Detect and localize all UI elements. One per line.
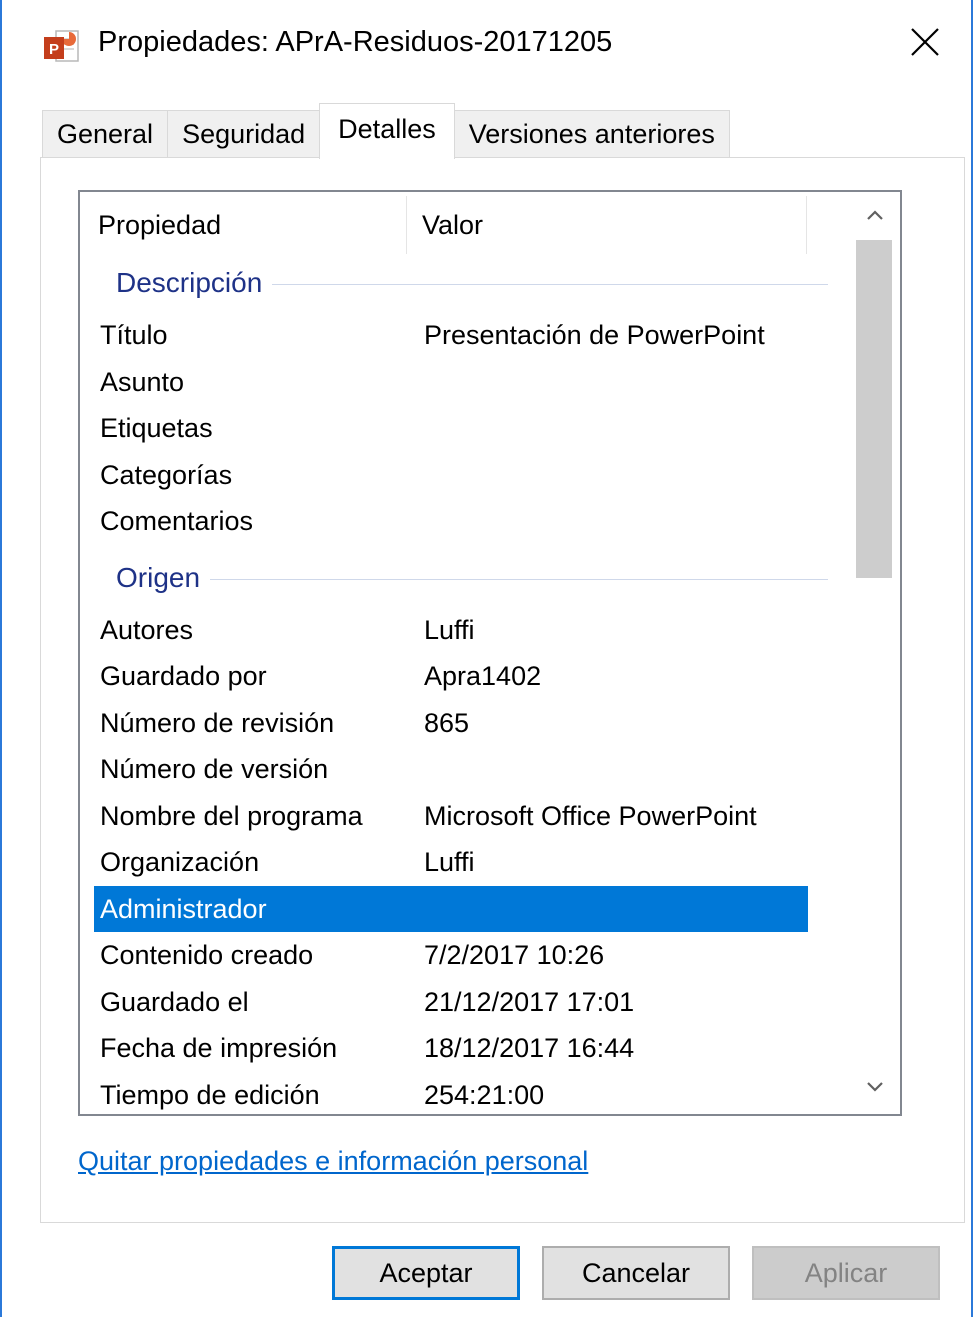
tab-general[interactable]: General xyxy=(42,110,169,158)
property-name: Fecha de impresión xyxy=(100,1033,338,1063)
property-name: Asunto xyxy=(100,367,185,397)
vertical-scrollbar[interactable] xyxy=(850,192,900,1114)
list-item[interactable]: Categorías xyxy=(94,452,808,498)
group-label: Origen xyxy=(116,555,211,601)
chevron-down-icon xyxy=(866,1080,884,1098)
column-divider[interactable] xyxy=(806,196,807,254)
property-value: 865 xyxy=(424,708,470,738)
property-name: Número de revisión xyxy=(100,708,335,738)
cancel-button[interactable]: Cancelar xyxy=(542,1246,730,1300)
scroll-down-button[interactable] xyxy=(850,1064,900,1114)
property-value: Luffi xyxy=(424,615,475,645)
property-name: Nombre del programa xyxy=(100,801,363,831)
list-item[interactable]: Autores Luffi xyxy=(94,607,808,653)
property-value: 18/12/2017 16:44 xyxy=(424,1033,635,1063)
scroll-up-button[interactable] xyxy=(850,192,900,242)
list-item[interactable]: Comentarios xyxy=(94,498,808,544)
group-header-description[interactable]: Descripción xyxy=(80,260,850,306)
list-item[interactable]: Guardado el 21/12/2017 17:01 xyxy=(94,979,808,1025)
group-label: Descripción xyxy=(116,260,273,306)
svg-text:P: P xyxy=(49,41,59,58)
list-item[interactable]: Asunto xyxy=(94,359,808,405)
column-header-value[interactable]: Valor xyxy=(422,192,483,258)
tab-detalles[interactable]: Detalles xyxy=(319,103,455,159)
list-header: Propiedad Valor xyxy=(80,192,850,258)
property-value: Apra1402 xyxy=(424,661,542,691)
property-name: Organización xyxy=(100,847,260,877)
list-item[interactable]: Número de revisión 865 xyxy=(94,700,808,746)
property-value: 21/12/2017 17:01 xyxy=(424,987,635,1017)
property-name: Tiempo de edición xyxy=(100,1080,320,1110)
properties-list[interactable]: Propiedad Valor Descripción Título Prese… xyxy=(78,190,902,1116)
list-item[interactable]: Nombre del programa Microsoft Office Pow… xyxy=(94,793,808,839)
list-item[interactable]: Tiempo de edición 254:21:00 xyxy=(94,1072,808,1114)
list-item-selected[interactable]: Administrador xyxy=(94,886,808,932)
property-name: Categorías xyxy=(100,460,233,490)
column-divider[interactable] xyxy=(406,196,407,254)
property-value: Luffi xyxy=(424,847,475,877)
list-item[interactable]: Fecha de impresión 18/12/2017 16:44 xyxy=(94,1025,808,1071)
property-name: Título xyxy=(100,320,168,350)
property-name: Guardado por xyxy=(100,661,267,691)
property-name: Contenido creado xyxy=(100,940,314,970)
close-button[interactable] xyxy=(879,0,971,88)
chevron-up-icon xyxy=(866,208,884,226)
powerpoint-file-icon: P xyxy=(42,28,80,66)
properties-dialog: P Propiedades: APrA-Residuos-20171205 Ge… xyxy=(0,0,973,1317)
scrollbar-thumb[interactable] xyxy=(856,240,892,578)
property-name: Etiquetas xyxy=(100,413,213,443)
list-item[interactable]: Título Presentación de PowerPoint xyxy=(94,312,808,358)
apply-button[interactable]: Aplicar xyxy=(752,1246,940,1300)
property-name: Guardado el xyxy=(100,987,249,1017)
tab-versiones-anteriores[interactable]: Versiones anteriores xyxy=(453,110,730,158)
window-title: Propiedades: APrA-Residuos-20171205 xyxy=(98,26,613,58)
ok-button[interactable]: Aceptar xyxy=(332,1246,520,1300)
property-value: Microsoft Office PowerPoint xyxy=(424,801,757,831)
list-item[interactable]: Organización Luffi xyxy=(94,839,808,885)
property-name: Autores xyxy=(100,615,194,645)
property-name: Número de versión xyxy=(100,754,329,784)
tab-seguridad[interactable]: Seguridad xyxy=(167,110,321,158)
list-item[interactable]: Etiquetas xyxy=(94,405,808,451)
list-item[interactable]: Contenido creado 7/2/2017 10:26 xyxy=(94,932,808,978)
title-bar: P Propiedades: APrA-Residuos-20171205 xyxy=(2,0,971,92)
column-header-property[interactable]: Propiedad xyxy=(98,192,221,258)
property-value: Presentación de PowerPoint xyxy=(424,320,765,350)
group-header-origin[interactable]: Origen xyxy=(80,555,850,601)
list-item[interactable]: Guardado por Apra1402 xyxy=(94,653,808,699)
list-item[interactable]: Número de versión xyxy=(94,746,808,792)
tab-strip: General Seguridad Detalles Versiones ant… xyxy=(42,103,730,159)
property-name: Administrador xyxy=(100,894,267,924)
property-value: 7/2/2017 10:26 xyxy=(424,940,605,970)
close-icon xyxy=(910,27,940,62)
group-separator-line xyxy=(116,579,828,580)
property-value: 254:21:00 xyxy=(424,1080,545,1110)
remove-properties-link[interactable]: Quitar propiedades e información persona… xyxy=(78,1146,588,1177)
property-name: Comentarios xyxy=(100,506,254,536)
